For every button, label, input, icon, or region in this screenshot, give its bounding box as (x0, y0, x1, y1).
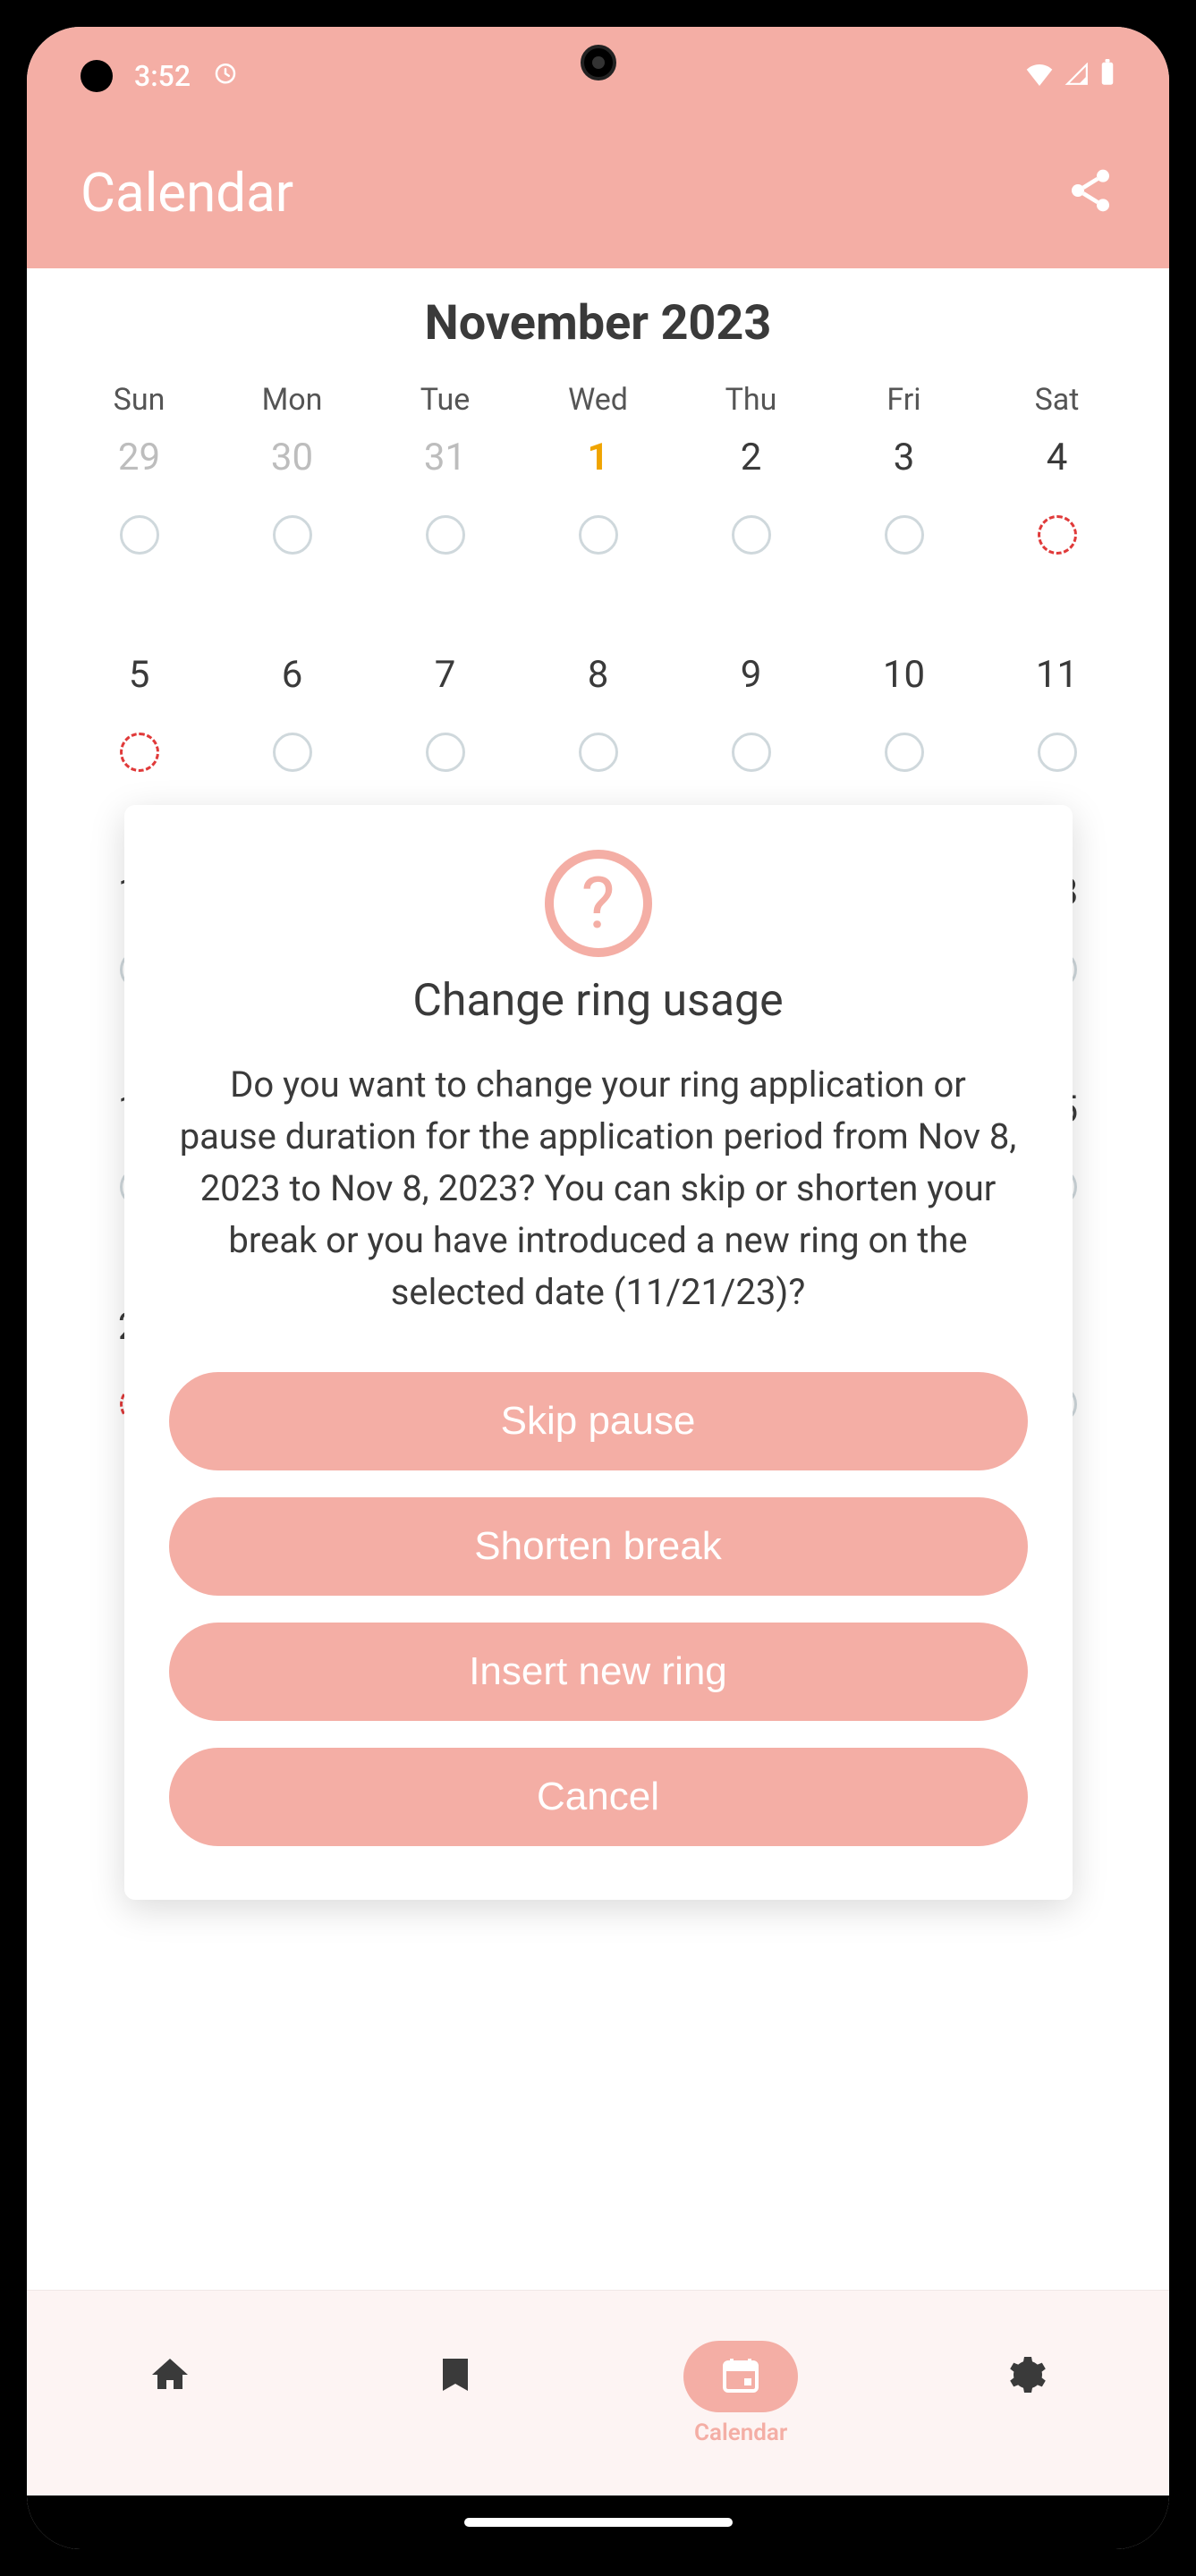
nav-log[interactable]: Log (434, 2353, 477, 2434)
date-row: 2930311234 (63, 436, 1133, 479)
cancel-button[interactable]: Cancel (169, 1748, 1028, 1846)
nav-calendar[interactable]: Calendar (683, 2341, 798, 2446)
weekday-label: Tue (369, 382, 522, 418)
insert-new-ring-button[interactable]: Insert new ring (169, 1623, 1028, 1721)
question-glyph: ? (581, 861, 615, 945)
nav-settings[interactable]: Settings (983, 2353, 1070, 2434)
home-icon (148, 2353, 191, 2400)
weekday-label: Sun (63, 382, 216, 418)
skip-pause-button[interactable]: Skip pause (169, 1372, 1028, 1470)
weekday-label: Fri (827, 382, 980, 418)
date-cell[interactable]: 10 (827, 653, 980, 697)
ring-icon[interactable] (273, 515, 312, 555)
gesture-bar[interactable] (464, 2518, 733, 2527)
date-cell[interactable]: 1 (522, 436, 674, 479)
ring-icon[interactable] (426, 515, 465, 555)
ring-icon[interactable] (120, 515, 159, 555)
weekday-label: Thu (674, 382, 827, 418)
calendar-icon (683, 2341, 798, 2412)
clock-time: 3:52 (134, 59, 191, 93)
ring-icon[interactable] (885, 515, 924, 555)
date-cell[interactable]: 31 (369, 436, 522, 479)
calendar-view: November 2023 Sun Mon Tue Wed Thu Fri Sa… (27, 268, 1169, 2290)
ring-row (63, 515, 1133, 555)
ring-icon[interactable] (1038, 733, 1077, 772)
change-ring-usage-dialog: ? Change ring usage Do you want to chang… (124, 805, 1073, 1900)
date-row: 567891011 (63, 653, 1133, 697)
date-cell[interactable]: 2 (674, 436, 827, 479)
status-dot-icon (81, 60, 113, 92)
bookmark-icon (434, 2353, 477, 2400)
ring-icon[interactable] (579, 515, 618, 555)
weekday-label: Sat (980, 382, 1133, 418)
ring-icon[interactable] (732, 733, 771, 772)
battery-icon (1099, 59, 1115, 93)
ring-icon[interactable] (885, 733, 924, 772)
screen: 3:52 Calendar (27, 27, 1169, 2549)
bottom-nav: Home Log Calendar Settings (27, 2290, 1169, 2496)
date-cell[interactable]: 9 (674, 653, 827, 697)
date-cell[interactable]: 4 (980, 436, 1133, 479)
shorten-break-button[interactable]: Shorten break (169, 1497, 1028, 1596)
ring-icon[interactable] (732, 515, 771, 555)
weekday-header: Sun Mon Tue Wed Thu Fri Sat (63, 382, 1133, 418)
nav-label: Calendar (694, 2419, 787, 2446)
date-cell[interactable]: 3 (827, 436, 980, 479)
date-cell[interactable]: 29 (63, 436, 216, 479)
ring-dashed-icon[interactable] (120, 733, 159, 772)
cellular-icon (1064, 59, 1090, 93)
weekday-label: Mon (216, 382, 369, 418)
dialog-body: Do you want to change your ring applicat… (169, 1059, 1028, 1318)
ring-icon[interactable] (579, 733, 618, 772)
date-cell[interactable]: 30 (216, 436, 369, 479)
date-cell[interactable]: 8 (522, 653, 674, 697)
ring-dashed-icon[interactable] (1038, 515, 1077, 555)
camera-cutout (581, 45, 616, 80)
date-cell[interactable]: 7 (369, 653, 522, 697)
nav-home[interactable]: Home (139, 2353, 201, 2434)
wifi-icon (1024, 59, 1055, 93)
month-title: November 2023 (63, 295, 1133, 352)
timer-icon (212, 59, 239, 93)
date-cell[interactable]: 5 (63, 653, 216, 697)
app-bar-title: Calendar (81, 161, 293, 225)
ring-row (63, 733, 1133, 772)
device-frame: 3:52 Calendar (0, 0, 1196, 2576)
share-button[interactable] (1065, 165, 1115, 219)
date-cell[interactable]: 6 (216, 653, 369, 697)
date-cell[interactable]: 11 (980, 653, 1133, 697)
dialog-title: Change ring usage (169, 975, 1028, 1027)
ring-icon[interactable] (273, 733, 312, 772)
gesture-bar-area (27, 2496, 1169, 2549)
ring-icon[interactable] (426, 733, 465, 772)
app-bar: Calendar (27, 125, 1169, 268)
gear-icon (1005, 2353, 1048, 2400)
question-icon: ? (545, 850, 652, 957)
weekday-label: Wed (522, 382, 674, 418)
